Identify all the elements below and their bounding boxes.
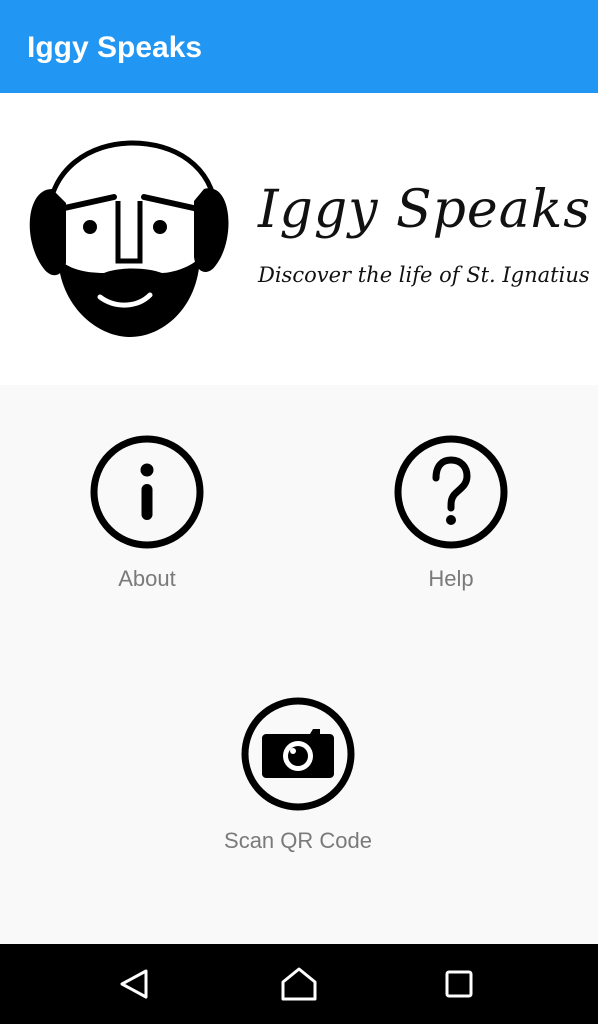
info-circle-icon xyxy=(90,435,204,549)
question-circle-icon xyxy=(394,435,508,549)
scan-qr-code-label: Scan QR Code xyxy=(224,828,372,853)
back-button[interactable] xyxy=(108,958,160,1010)
about-button[interactable]: About xyxy=(57,434,237,594)
recents-button[interactable] xyxy=(433,958,485,1010)
banner-subtitle: Discover the life of St. Ignatius xyxy=(258,263,590,287)
scan-qr-code-button[interactable]: Scan QR Code xyxy=(208,696,388,856)
help-button[interactable]: Help xyxy=(361,434,541,594)
recents-square-icon xyxy=(445,970,473,998)
home-button[interactable] xyxy=(273,958,325,1010)
home-icon xyxy=(281,967,317,1001)
banner-title: Iggy Speaks xyxy=(258,180,591,240)
back-triangle-icon xyxy=(120,969,148,999)
st-ignatius-face-logo xyxy=(29,140,229,337)
about-label: About xyxy=(118,566,176,591)
app-bar: Iggy Speaks xyxy=(0,0,598,93)
camera-circle-icon xyxy=(241,697,355,811)
app-title: Iggy Speaks xyxy=(27,31,203,64)
navigation-bar xyxy=(0,944,598,1024)
help-label: Help xyxy=(428,566,474,591)
